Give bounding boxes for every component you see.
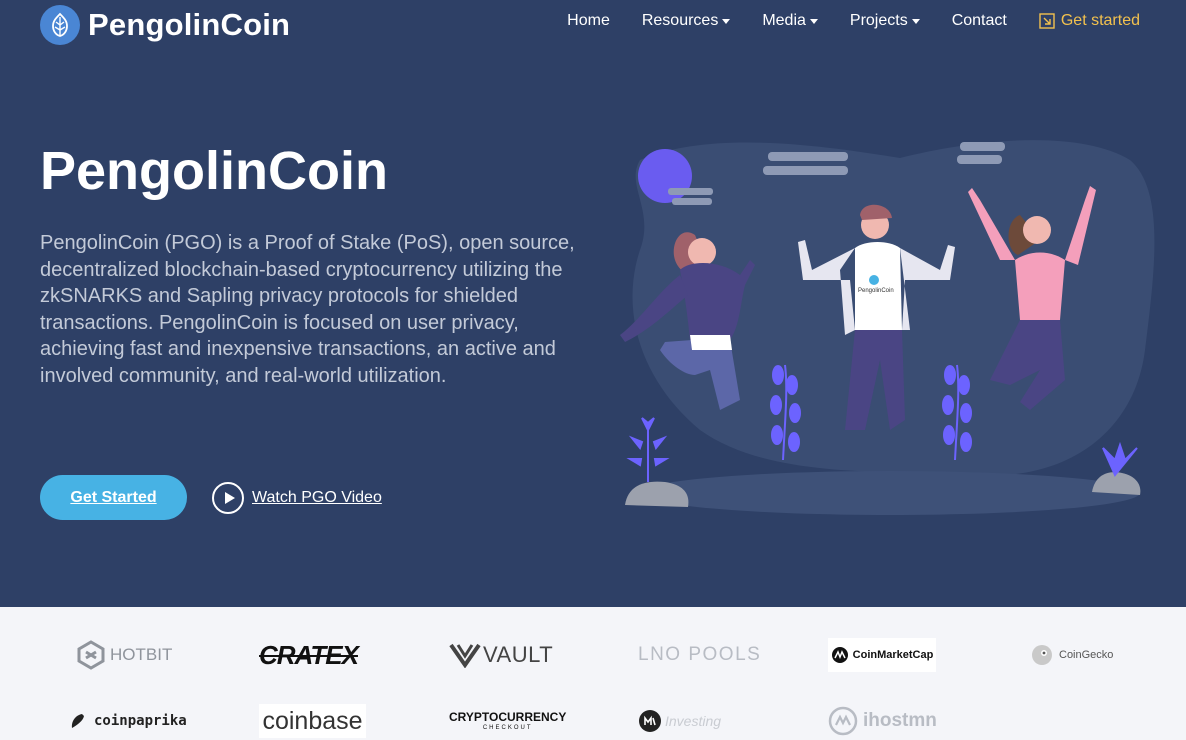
nav-item-resources[interactable]: Resources bbox=[641, 12, 731, 30]
chevron-down-icon bbox=[809, 19, 818, 24]
partner-logo-text: LNO POOLS bbox=[638, 644, 762, 665]
investing-icon bbox=[639, 710, 661, 732]
partner-logo-text: CoinMarketCap bbox=[852, 649, 934, 661]
partner-logo-text: CoinGecko bbox=[1059, 649, 1114, 661]
coingecko-icon bbox=[1032, 645, 1052, 665]
hero-section: PengolinCoin Home Resources Media Projec… bbox=[0, 0, 1186, 607]
partner-logos-section: HOTBIT CRATEX VAULT LNO POOLS CoinMarket… bbox=[0, 607, 1186, 740]
partner-logo-lno-pools[interactable]: LNO POOLS bbox=[638, 638, 761, 672]
partner-logo-coinbase[interactable]: coinbase bbox=[259, 704, 366, 738]
brand[interactable]: PengolinCoin bbox=[40, 5, 290, 45]
partner-logo-text: ihostmn bbox=[863, 710, 937, 731]
hotbit-icon bbox=[77, 640, 105, 670]
hero-title: PengolinCoin bbox=[40, 141, 388, 201]
partner-logo-text: CRATEX bbox=[259, 639, 359, 670]
brand-name: PengolinCoin bbox=[88, 7, 291, 42]
partner-logo-text: coinbase bbox=[262, 706, 363, 735]
partner-logo-text: Investing bbox=[665, 713, 722, 729]
watch-video-link[interactable]: Watch PGO Video bbox=[212, 482, 382, 514]
nav-label: Home bbox=[567, 12, 610, 29]
chevron-down-icon bbox=[911, 19, 920, 24]
nav-item-home[interactable]: Home bbox=[567, 12, 610, 30]
ihostmn-icon bbox=[828, 706, 858, 736]
partner-logo-vault[interactable]: VAULT bbox=[449, 638, 553, 672]
nav-item-projects[interactable]: Projects bbox=[850, 12, 920, 30]
partner-logo-investing[interactable]: Investing bbox=[638, 704, 721, 738]
partner-logo-text: CRYPTOCURRENCY bbox=[449, 709, 567, 724]
nav-label: Contact bbox=[951, 12, 1007, 29]
nav-cta-label: Get started bbox=[1060, 12, 1140, 29]
chevron-down-icon bbox=[722, 19, 731, 24]
nav-label: Media bbox=[762, 12, 806, 29]
play-icon bbox=[212, 482, 244, 514]
partner-logo-cratex[interactable]: CRATEX bbox=[259, 638, 359, 672]
partner-logo-text: VAULT bbox=[483, 642, 554, 667]
enter-arrow-icon bbox=[1039, 13, 1055, 29]
hero-description: PengolinCoin (PGO) is a Proof of Stake (… bbox=[40, 232, 575, 387]
partner-logo-coinmarketcap[interactable]: CoinMarketCap bbox=[828, 638, 936, 672]
get-started-button[interactable]: Get Started bbox=[40, 475, 187, 520]
pangolin-leaf-icon bbox=[40, 5, 80, 45]
vault-icon bbox=[449, 643, 481, 668]
nav-item-media[interactable]: Media bbox=[762, 12, 818, 30]
svg-text:PengolinCoin: PengolinCoin bbox=[858, 288, 894, 294]
partner-logo-text: HOTBIT bbox=[110, 645, 173, 664]
watch-video-label: Watch PGO Video bbox=[252, 489, 382, 506]
partner-logo-cryptocurrency-checkout[interactable]: CRYPTOCURRENCY CHECKOUT bbox=[449, 704, 566, 738]
partner-logo-coinpaprika[interactable]: coinpaprika bbox=[68, 704, 187, 738]
nav-label: Projects bbox=[849, 12, 908, 29]
partner-logo-subtext: CHECKOUT bbox=[482, 724, 533, 731]
get-started-nav-link[interactable]: Get started bbox=[1039, 12, 1140, 30]
partner-logo-ihostmn[interactable]: ihostmn bbox=[828, 704, 937, 738]
hero-illustration: PengolinCoin bbox=[620, 140, 1155, 515]
main-nav: Home Resources Media Projects Contact Ge… bbox=[535, 10, 1140, 32]
partner-logo-coingecko[interactable]: CoinGecko bbox=[1031, 638, 1113, 672]
partner-logo-hotbit[interactable]: HOTBIT bbox=[76, 638, 172, 672]
nav-label: Resources bbox=[641, 12, 719, 29]
partner-logo-text: coinpaprika bbox=[94, 713, 187, 729]
nav-item-contact[interactable]: Contact bbox=[952, 12, 1007, 30]
coinpaprika-icon bbox=[71, 714, 84, 728]
coinmarketcap-icon bbox=[831, 647, 848, 663]
